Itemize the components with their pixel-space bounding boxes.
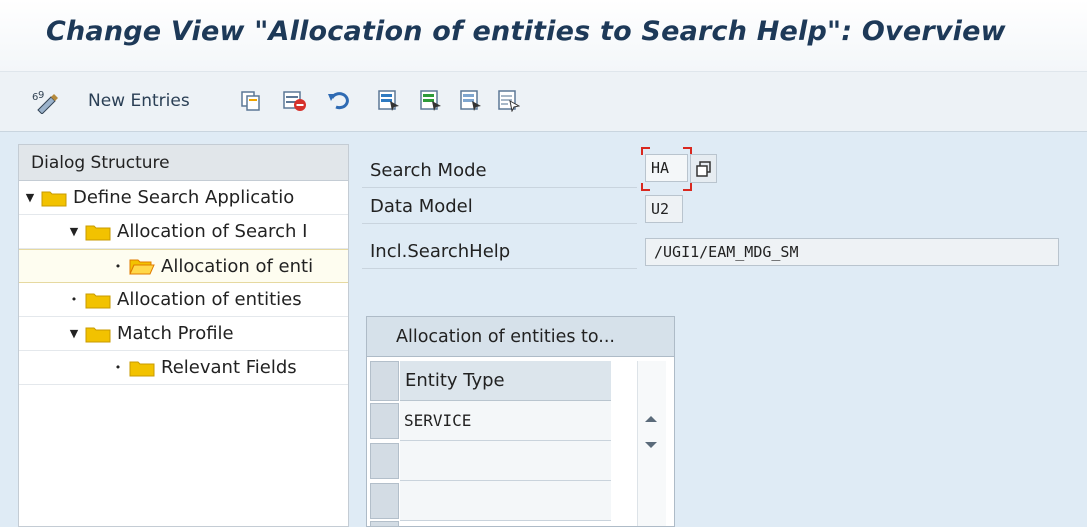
select-block-icon[interactable] bbox=[418, 88, 444, 114]
tree-item-label: Allocation of Search I bbox=[117, 221, 308, 242]
entities-table: Allocation of entities to... Entity Type… bbox=[366, 316, 675, 527]
leaf-bullet-icon: • bbox=[114, 361, 122, 374]
new-entries-button[interactable]: New Entries bbox=[88, 88, 190, 114]
expand-arrow-icon[interactable]: ▼ bbox=[23, 191, 37, 204]
application-toolbar: 6 9 New Entries bbox=[0, 72, 1087, 132]
row-selector[interactable] bbox=[370, 403, 399, 439]
field-focus-corners bbox=[641, 147, 692, 191]
column-header-label: Entity Type bbox=[405, 370, 505, 391]
tree-item-label: Allocation of enti bbox=[161, 255, 314, 277]
data-model-field[interactable]: U2 bbox=[645, 195, 683, 223]
tree-item-label: Relevant Fields bbox=[161, 357, 297, 378]
incl-search-help-field[interactable]: /UGI1/EAM_MDG_SM bbox=[645, 238, 1059, 266]
title-bar: Change View "Allocation of entities to S… bbox=[0, 0, 1087, 72]
tree-item-allocation-of-entities[interactable]: • Allocation of entities bbox=[19, 283, 348, 317]
leaf-bullet-icon: • bbox=[114, 259, 122, 273]
value-help-icon[interactable] bbox=[690, 154, 717, 183]
tree-item-allocation-of-search[interactable]: ▼ Allocation of Search I bbox=[19, 215, 348, 249]
scroll-down-icon[interactable] bbox=[643, 435, 659, 454]
folder-icon bbox=[85, 325, 111, 343]
tree-item-match-profile[interactable]: ▼ Match Profile bbox=[19, 317, 348, 351]
folder-icon bbox=[41, 189, 67, 207]
cell-value: SERVICE bbox=[404, 411, 472, 430]
dialog-structure-panel: Dialog Structure ▼ Define Search Applica… bbox=[18, 144, 349, 527]
tree-item-allocation-of-entities-selected[interactable]: • Allocation of enti bbox=[19, 249, 348, 283]
incl-search-help-label-row: Incl.SearchHelp bbox=[362, 234, 637, 269]
tree-item-label: Define Search Applicatio bbox=[73, 187, 295, 208]
tree-item-label: Allocation of entities bbox=[117, 289, 302, 310]
tree-item-label: Match Profile bbox=[117, 323, 234, 344]
select-all-rows-cell[interactable] bbox=[370, 361, 399, 401]
data-model-label: Data Model bbox=[370, 195, 473, 217]
table-title-bar: Allocation of entities to... bbox=[367, 317, 674, 357]
vertical-scrollbar[interactable] bbox=[637, 361, 666, 526]
table-header: Entity Type bbox=[367, 361, 674, 401]
select-all-icon[interactable] bbox=[376, 88, 402, 114]
row-selector[interactable] bbox=[370, 443, 399, 479]
deselect-all-icon[interactable] bbox=[458, 88, 484, 114]
details-icon[interactable] bbox=[496, 88, 522, 114]
table-cell-entity-type[interactable]: SERVICE bbox=[400, 401, 611, 441]
folder-icon bbox=[129, 359, 155, 377]
data-model-label-row: Data Model bbox=[362, 189, 637, 224]
column-header-entity-type[interactable]: Entity Type bbox=[400, 361, 611, 401]
tree-item-relevant-fields[interactable]: • Relevant Fields bbox=[19, 351, 348, 385]
open-folder-icon bbox=[129, 257, 155, 275]
page-title: Change View "Allocation of entities to S… bbox=[46, 16, 1006, 47]
table-cell-entity-type[interactable] bbox=[400, 441, 611, 481]
expand-arrow-icon[interactable]: ▼ bbox=[67, 225, 81, 238]
search-mode-label: Search Mode bbox=[370, 159, 487, 181]
new-entries-label: New Entries bbox=[88, 91, 190, 111]
row-selector[interactable] bbox=[370, 483, 399, 519]
display-change-icon[interactable]: 6 9 bbox=[30, 88, 62, 114]
expand-arrow-icon[interactable]: ▼ bbox=[67, 327, 81, 340]
copy-icon[interactable] bbox=[238, 88, 264, 114]
undo-icon[interactable] bbox=[326, 88, 352, 114]
svg-text:9: 9 bbox=[38, 90, 44, 101]
dialog-structure-header: Dialog Structure bbox=[19, 145, 348, 181]
leaf-bullet-icon: • bbox=[70, 293, 78, 306]
incl-search-help-label: Incl.SearchHelp bbox=[370, 240, 511, 262]
table-cell-entity-type[interactable] bbox=[400, 481, 611, 521]
data-model-value: U2 bbox=[651, 200, 670, 218]
table-title: Allocation of entities to... bbox=[396, 326, 615, 347]
folder-icon bbox=[85, 291, 111, 309]
row-selector[interactable] bbox=[370, 521, 399, 527]
delete-icon[interactable] bbox=[282, 88, 308, 114]
search-mode-label-row: Search Mode bbox=[362, 153, 637, 188]
folder-icon bbox=[85, 223, 111, 241]
tree-item-define-search-application[interactable]: ▼ Define Search Applicatio bbox=[19, 181, 348, 215]
incl-search-help-value: /UGI1/EAM_MDG_SM bbox=[654, 243, 799, 261]
dialog-structure-title: Dialog Structure bbox=[31, 152, 170, 173]
scroll-up-icon[interactable] bbox=[643, 409, 659, 428]
